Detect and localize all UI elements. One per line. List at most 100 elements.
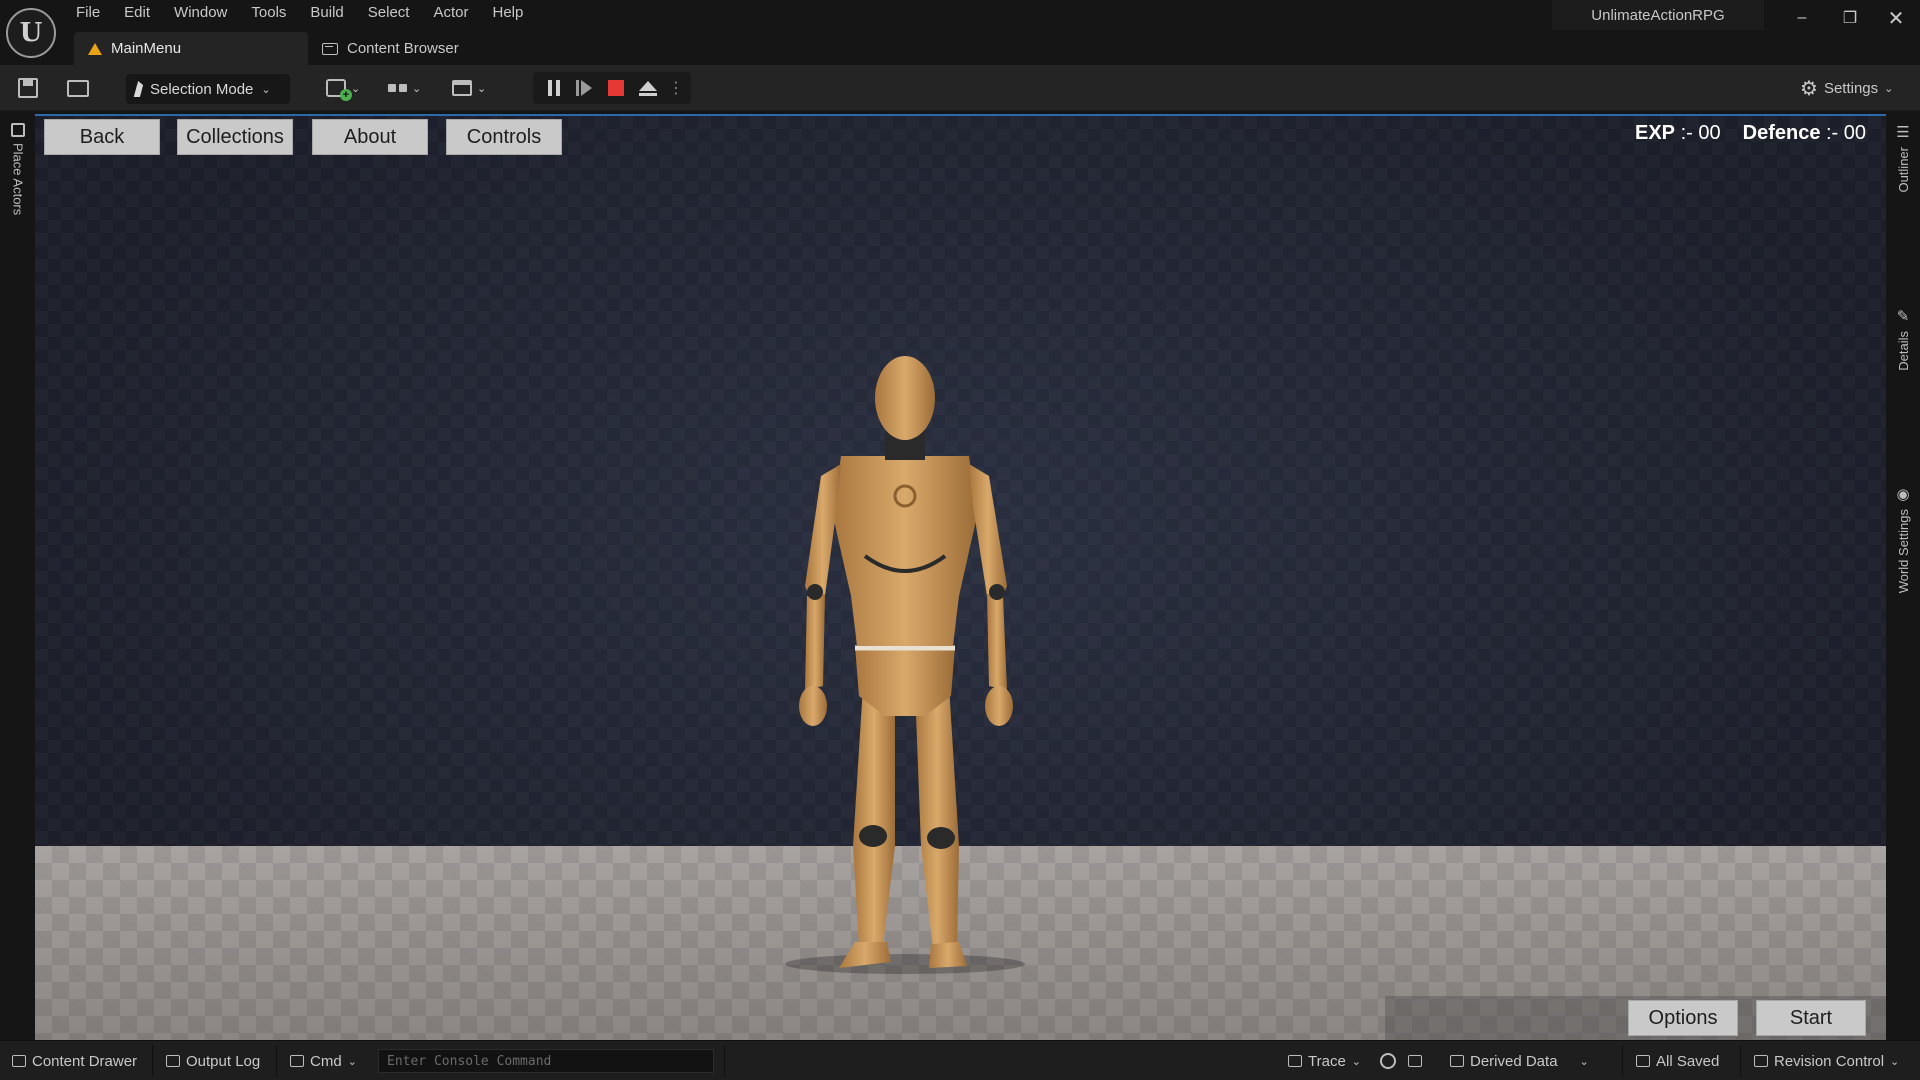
tab-content-browser[interactable]: Content Browser xyxy=(308,32,473,65)
divider xyxy=(276,1045,277,1077)
chevron-down-icon: ⌄ xyxy=(1351,1055,1362,1068)
details-label: Details xyxy=(1895,331,1911,371)
status-bar: Content Drawer Output Log Cmd ⌄ Trace ⌄ … xyxy=(0,1040,1920,1080)
world-settings-label: World Settings xyxy=(1895,509,1911,594)
save-status-icon xyxy=(1636,1055,1650,1067)
menu-build[interactable]: Build xyxy=(298,0,355,26)
cursor-icon xyxy=(133,81,145,97)
about-button[interactable]: About xyxy=(312,119,428,155)
chevron-down-icon: ⌄ xyxy=(1579,1055,1589,1068)
stop-icon[interactable] xyxy=(605,78,627,98)
restore-button[interactable]: ❐ xyxy=(1832,4,1868,32)
menu-file[interactable]: File xyxy=(64,0,112,26)
derived-data-icon xyxy=(1450,1055,1464,1067)
derived-data-button[interactable]: Derived Data ⌄ xyxy=(1450,1049,1589,1073)
main-toolbar: Selection Mode ⌄ + ⌄ ⌄ ⌄ ⋮ ⚙ Settings ⌄ xyxy=(0,65,1920,111)
tab-label: Content Browser xyxy=(347,40,459,57)
divider xyxy=(152,1045,153,1077)
right-panel-strip: ☰ Outliner ✎ Details ◉ World Settings xyxy=(1886,111,1920,1041)
menu-select[interactable]: Select xyxy=(356,0,422,26)
back-button[interactable]: Back xyxy=(44,119,160,155)
record-icon[interactable] xyxy=(1380,1049,1396,1073)
settings-label: Settings xyxy=(1823,79,1879,97)
menu-actor[interactable]: Actor xyxy=(421,0,480,26)
trace-label: Trace xyxy=(1308,1052,1346,1070)
play-options-icon[interactable]: ⋮ xyxy=(665,78,687,98)
options-button[interactable]: Options xyxy=(1628,1000,1738,1036)
menu-help[interactable]: Help xyxy=(481,0,536,26)
details-tab[interactable]: ✎ Details xyxy=(1892,307,1914,371)
player-stats: EXP :- 00 Defence :- 00 xyxy=(1635,122,1866,152)
defence-label: Defence xyxy=(1742,122,1821,144)
play-controls: ⋮ xyxy=(533,72,691,104)
terminal-icon xyxy=(290,1055,304,1067)
game-viewport[interactable]: Back Collections About Controls EXP :- 0… xyxy=(35,116,1886,1040)
tab-main-menu[interactable]: MainMenu xyxy=(74,32,308,65)
all-saved-label: All Saved xyxy=(1656,1052,1720,1070)
globe-icon: ◉ xyxy=(1896,486,1910,503)
place-actors-icon xyxy=(11,123,25,137)
quick-add-button[interactable]: + ⌄ xyxy=(326,75,360,101)
controls-button[interactable]: Controls xyxy=(446,119,562,155)
chevron-down-icon: ⌄ xyxy=(1890,1055,1900,1068)
settings-button[interactable]: ⚙ Settings ⌄ xyxy=(1800,77,1894,100)
output-log-icon xyxy=(166,1055,180,1067)
outliner-icon: ☰ xyxy=(1896,124,1910,141)
chevron-down-icon: ⌄ xyxy=(261,83,271,96)
blueprint-icon xyxy=(388,84,407,92)
selection-mode-dropdown[interactable]: Selection Mode ⌄ xyxy=(126,74,290,104)
console-input[interactable] xyxy=(378,1049,714,1073)
cmd-dropdown[interactable]: Cmd ⌄ xyxy=(290,1049,357,1073)
project-name: UnlimateActionRPG xyxy=(1552,0,1764,30)
outliner-tab[interactable]: ☰ Outliner xyxy=(1892,123,1914,193)
tab-label: MainMenu xyxy=(111,40,182,57)
start-button[interactable]: Start xyxy=(1756,1000,1866,1036)
exp-stat: EXP :- 00 xyxy=(1635,122,1721,152)
add-actor-icon: + xyxy=(326,79,352,101)
pause-icon[interactable] xyxy=(543,78,565,98)
mannequin-character xyxy=(785,356,1025,974)
world-settings-tab[interactable]: ◉ World Settings xyxy=(1892,485,1914,593)
divider xyxy=(1740,1045,1741,1077)
browse-content-icon[interactable] xyxy=(64,77,92,99)
unreal-logo-icon[interactable]: U xyxy=(6,8,56,58)
place-actors-label: Place Actors xyxy=(10,143,26,216)
place-actors-tab[interactable]: Place Actors xyxy=(6,123,30,215)
chevron-down-icon: ⌄ xyxy=(351,82,361,95)
selection-mode-label: Selection Mode xyxy=(150,80,254,98)
revision-control-button[interactable]: Revision Control ⌄ xyxy=(1754,1049,1899,1073)
all-saved-button[interactable]: All Saved xyxy=(1636,1049,1719,1073)
revision-control-label: Revision Control xyxy=(1774,1052,1885,1070)
output-log-button[interactable]: Output Log xyxy=(166,1049,260,1073)
details-icon: ✎ xyxy=(1896,308,1910,325)
outliner-label: Outliner xyxy=(1895,147,1911,193)
menu-window[interactable]: Window xyxy=(162,0,239,26)
menu-tools[interactable]: Tools xyxy=(239,0,298,26)
defence-stat: Defence :- 00 xyxy=(1743,122,1866,152)
divider xyxy=(1622,1045,1623,1077)
output-log-label: Output Log xyxy=(186,1052,261,1070)
chevron-down-icon: ⌄ xyxy=(477,82,487,95)
defence-value: :- 00 xyxy=(1826,122,1867,144)
frame-skip-icon[interactable] xyxy=(573,78,595,98)
title-bar: U File Edit Window Tools Build Select Ac… xyxy=(0,0,1920,65)
cmd-label: Cmd xyxy=(310,1052,342,1070)
gear-icon: ⚙ xyxy=(1800,77,1818,100)
save-icon[interactable] xyxy=(16,77,40,99)
menu-edit[interactable]: Edit xyxy=(112,0,162,26)
exp-label: EXP xyxy=(1635,122,1676,144)
document-tabs: MainMenu Content Browser xyxy=(74,32,473,65)
content-drawer-button[interactable]: Content Drawer xyxy=(12,1049,137,1073)
content-drawer-icon xyxy=(12,1055,26,1067)
minimize-button[interactable]: – xyxy=(1784,4,1820,32)
close-button[interactable]: ✕ xyxy=(1878,4,1914,32)
blueprints-button[interactable]: ⌄ xyxy=(388,75,421,101)
eject-icon[interactable] xyxy=(637,78,659,98)
cinematics-button[interactable]: ⌄ xyxy=(452,75,486,101)
screenshot-icon[interactable] xyxy=(1408,1049,1422,1073)
chevron-down-icon: ⌄ xyxy=(1884,82,1894,95)
branch-icon xyxy=(1754,1055,1768,1067)
clapperboard-icon xyxy=(452,80,472,96)
collections-button[interactable]: Collections xyxy=(177,119,293,155)
trace-button[interactable]: Trace ⌄ xyxy=(1288,1049,1361,1073)
